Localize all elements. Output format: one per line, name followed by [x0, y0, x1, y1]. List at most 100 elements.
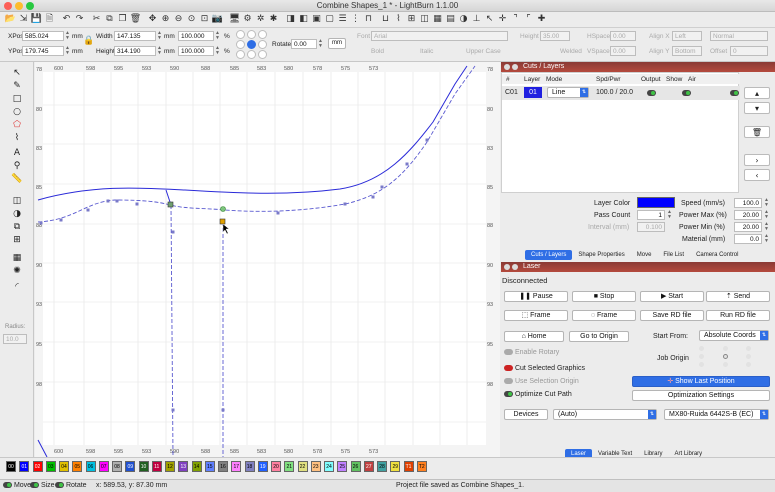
- cut-icon[interactable]: ✂: [90, 13, 103, 26]
- tab-move[interactable]: Move: [630, 250, 658, 260]
- speed-input[interactable]: 100.0: [734, 198, 762, 208]
- tab-cuts-layers[interactable]: Cuts / Layers: [525, 250, 573, 260]
- row-mode-select[interactable]: Line ⇅: [547, 87, 589, 98]
- vspace-input[interactable]: 0.00: [610, 46, 636, 56]
- open-file-icon[interactable]: 📂: [4, 13, 17, 26]
- move-icon[interactable]: ✥: [146, 13, 159, 26]
- align-x-select[interactable]: Left: [672, 31, 702, 41]
- trace-icon[interactable]: ⌇: [392, 13, 405, 26]
- bold-checkbox[interactable]: Bold: [371, 48, 384, 55]
- start-point-node[interactable]: [220, 206, 226, 212]
- cut-selected-graphics-checkbox[interactable]: Cut Selected Graphics: [504, 365, 585, 372]
- palette-swatch[interactable]: 14: [191, 461, 202, 472]
- distribute-icon[interactable]: ⋮: [349, 13, 362, 26]
- lock-aspect-icon[interactable]: 🔒: [83, 36, 94, 46]
- use-selection-origin-toggle[interactable]: [504, 378, 513, 385]
- polygon-icon[interactable]: ⬠: [11, 119, 23, 131]
- path-node[interactable]: [380, 185, 384, 189]
- boolean-icon[interactable]: ◑: [457, 13, 470, 26]
- weld-icon[interactable]: ⧉: [11, 221, 23, 233]
- panel-float-icon[interactable]: [512, 64, 518, 70]
- ellipse-icon[interactable]: ○: [11, 106, 23, 118]
- path-node[interactable]: [135, 202, 139, 206]
- go-to-origin-button[interactable]: Go to Origin: [569, 331, 629, 342]
- dock-icon[interactable]: ⊓: [362, 13, 375, 26]
- job-origin-middle-right[interactable]: [746, 354, 751, 359]
- job-origin-center[interactable]: [723, 354, 728, 359]
- palette-swatch[interactable]: 17: [231, 461, 242, 472]
- power-min-stepper[interactable]: ▲ ▼: [764, 222, 769, 232]
- palette-swatch[interactable]: 01: [19, 461, 30, 472]
- path-node[interactable]: [115, 199, 119, 203]
- palette-swatch[interactable]: 26: [350, 461, 361, 472]
- move-toggle[interactable]: Move: [3, 480, 31, 492]
- xpos-stepper[interactable]: ▲ ▼: [65, 31, 70, 41]
- stop-button[interactable]: ■ Stop: [572, 291, 636, 302]
- size-toggle-switch[interactable]: [30, 482, 39, 489]
- puzzle-icon[interactable]: ✲: [254, 13, 267, 26]
- palette-swatch[interactable]: 25: [337, 461, 348, 472]
- magic-icon[interactable]: ✱: [267, 13, 280, 26]
- units-toggle-button[interactable]: mm: [328, 38, 346, 49]
- layer-left-button[interactable]: ‹: [744, 169, 770, 181]
- palette-swatch[interactable]: 29: [390, 461, 401, 472]
- canvas-drawing[interactable]: 600 598 595 593 590 588 585 583 580 578 575 573 600 5…: [35, 62, 500, 457]
- font-height-input[interactable]: 35.00: [540, 31, 570, 41]
- xpos-input[interactable]: 585.024: [22, 31, 64, 41]
- group-icon[interactable]: ▣: [310, 13, 323, 26]
- palette-swatch[interactable]: 03: [45, 461, 56, 472]
- controller-select[interactable]: MX80-Ruida 6442S-B (EC) ⇅: [664, 409, 769, 420]
- offset-icon[interactable]: ◫: [11, 195, 23, 207]
- palette-swatch[interactable]: 04: [59, 461, 69, 472]
- position-laser-icon[interactable]: ⚲: [11, 160, 23, 172]
- palette-swatch[interactable]: 05: [72, 461, 83, 472]
- welded-checkbox[interactable]: Welded: [560, 48, 582, 55]
- width-input[interactable]: 147.135: [114, 31, 156, 41]
- path-node[interactable]: [86, 208, 90, 212]
- copy-icon[interactable]: ⧉: [103, 13, 116, 26]
- align-icon[interactable]: ☰: [336, 13, 349, 26]
- pointer-icon[interactable]: ↖: [483, 13, 496, 26]
- palette-swatch[interactable]: 06: [85, 461, 96, 472]
- job-origin-top-center[interactable]: [723, 346, 728, 351]
- scale-height-stepper[interactable]: ▲ ▼: [215, 46, 220, 56]
- pass-count-stepper[interactable]: ▲ ▼: [667, 210, 672, 220]
- scale-height-input[interactable]: 100.000: [178, 46, 214, 56]
- delete-layer-button[interactable]: 🗑: [744, 126, 770, 138]
- height-input[interactable]: 314.190: [114, 46, 156, 56]
- rotate-toggle-switch[interactable]: [55, 482, 64, 489]
- zoom-in-icon[interactable]: ⊕: [159, 13, 172, 26]
- delete-icon[interactable]: 🗑: [129, 13, 142, 26]
- optimization-settings-button[interactable]: Optimization Settings: [632, 390, 770, 401]
- undo-icon[interactable]: ↶: [60, 13, 73, 26]
- table-row[interactable]: C01 01 Line ⇅ 100.0 / 20.0: [502, 86, 740, 100]
- power-max-stepper[interactable]: ▲ ▼: [764, 210, 769, 220]
- devices-button[interactable]: Devices: [504, 409, 548, 420]
- job-origin-bottom-left[interactable]: [699, 362, 704, 367]
- home-button[interactable]: ⌂ Home: [504, 331, 564, 342]
- weld-icon[interactable]: ⊔: [379, 13, 392, 26]
- path-node[interactable]: [106, 199, 110, 203]
- anchor-center[interactable]: [247, 40, 256, 49]
- measure-icon[interactable]: 📏: [11, 173, 23, 185]
- speed-stepper[interactable]: ▲ ▼: [764, 198, 769, 208]
- start-button[interactable]: ▶ Start: [640, 291, 704, 302]
- pause-button[interactable]: ❚❚ Pause: [504, 291, 568, 302]
- zoom-page-icon[interactable]: ⊡: [198, 13, 211, 26]
- palette-swatch[interactable]: 23: [310, 461, 321, 472]
- grid-array-icon[interactable]: ▦: [11, 252, 23, 264]
- job-origin-bottom-right[interactable]: [746, 362, 751, 367]
- layer-right-button[interactable]: ›: [744, 154, 770, 166]
- import-icon[interactable]: ⇲: [17, 13, 30, 26]
- path-node[interactable]: [343, 202, 347, 206]
- tab-file-list[interactable]: File List: [657, 250, 691, 260]
- path-node[interactable]: [405, 162, 409, 166]
- rotate-input[interactable]: 0.00: [291, 39, 317, 49]
- rotate-toggle[interactable]: Rotate: [55, 480, 87, 492]
- boolean-icon[interactable]: ◑: [11, 208, 23, 220]
- grid-icon[interactable]: ▦: [431, 13, 444, 26]
- selected-node[interactable]: [219, 218, 226, 225]
- anchor-top-right[interactable]: [258, 30, 267, 39]
- offset-icon[interactable]: ◫: [418, 13, 431, 26]
- zoom-window-button[interactable]: [26, 2, 34, 10]
